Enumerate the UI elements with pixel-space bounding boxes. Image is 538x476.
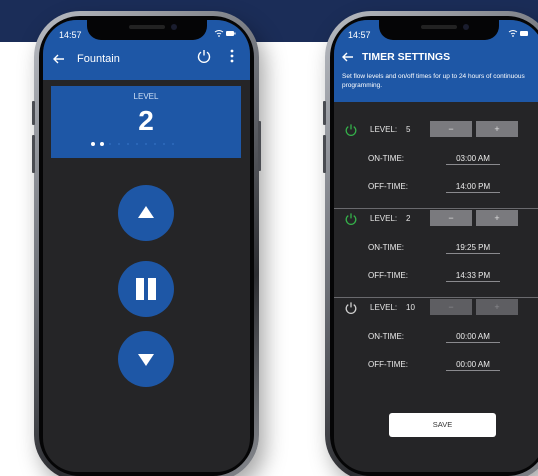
- off-time-field[interactable]: 14:33 PM: [446, 271, 500, 282]
- level-dot-active: [100, 142, 104, 146]
- level-dot: [136, 143, 138, 145]
- back-arrow-icon[interactable]: [342, 50, 354, 65]
- wifi-battery-icon: [214, 29, 236, 39]
- level-dot: [118, 143, 120, 145]
- level-dot: [145, 143, 147, 145]
- level-dot: [109, 143, 111, 145]
- timer-power-icon[interactable]: [344, 212, 358, 226]
- timer-power-icon[interactable]: [344, 301, 358, 315]
- level-value: 2: [138, 105, 154, 136]
- off-time-field[interactable]: 14:00 PM: [446, 182, 500, 193]
- timer-level-value: 10: [406, 303, 415, 312]
- level-minus-button[interactable]: −: [430, 210, 472, 226]
- decrease-button[interactable]: [118, 331, 174, 387]
- timer-block: LEVEL: 5 − + ON-TIME: 03:00 AM OFF-TIME: 14:00 …: [334, 120, 538, 214]
- off-time-label: OFF-TIME:: [368, 182, 408, 191]
- phone-right: 14:57 TIMER SETTINGS Set flow levels and…: [323, 11, 538, 476]
- wifi-battery-icon: [508, 29, 530, 39]
- notch: [379, 20, 499, 40]
- notch: [86, 20, 207, 40]
- timer-screen: 14:57 TIMER SETTINGS Set flow levels and…: [334, 20, 538, 472]
- timer-block: LEVEL: 2 − + ON-TIME: 19:25 PM OFF-TIME: 14:33 …: [334, 209, 538, 303]
- level-card: LEVEL 2: [51, 86, 241, 158]
- status-time: 14:57: [348, 30, 371, 40]
- page-title: TIMER SETTINGS: [362, 51, 451, 63]
- level-dot: [127, 143, 129, 145]
- fountain-screen: 14:57 Fountain LEVEL 2: [43, 20, 250, 472]
- level-minus-button[interactable]: −: [430, 121, 472, 137]
- level-plus-button[interactable]: +: [476, 299, 518, 315]
- status-time: 14:57: [59, 30, 82, 40]
- power-icon[interactable]: [196, 48, 212, 64]
- timer-level-value: 2: [406, 214, 411, 223]
- timer-level-value: 5: [406, 125, 411, 134]
- level-label: LEVEL: [133, 92, 159, 101]
- off-time-field[interactable]: 00:00 AM: [446, 360, 500, 371]
- more-vertical-icon[interactable]: [230, 49, 234, 66]
- increase-button[interactable]: [118, 185, 174, 241]
- triangle-up-icon: [138, 206, 154, 218]
- level-plus-button[interactable]: +: [476, 121, 518, 137]
- save-button[interactable]: SAVE: [389, 413, 496, 437]
- page-title: Fountain: [77, 53, 120, 65]
- off-time-label: OFF-TIME:: [368, 360, 408, 369]
- phone-left: 14:57 Fountain LEVEL 2: [32, 11, 261, 476]
- level-dot-active: [91, 142, 95, 146]
- off-time-label: OFF-TIME:: [368, 271, 408, 280]
- timer-level-label: LEVEL:: [370, 214, 398, 223]
- triangle-down-icon: [138, 354, 154, 366]
- pause-button[interactable]: [118, 261, 174, 317]
- timer-description: Set flow levels and on/off times for up …: [342, 73, 525, 89]
- timer-level-label: LEVEL:: [370, 125, 398, 134]
- on-time-field[interactable]: 00:00 AM: [446, 332, 500, 343]
- on-time-field[interactable]: 19:25 PM: [446, 243, 500, 254]
- timer-level-label: LEVEL:: [370, 303, 398, 312]
- level-minus-button[interactable]: −: [430, 299, 472, 315]
- level-dot: [154, 143, 156, 145]
- level-dot: [163, 143, 165, 145]
- timer-power-icon[interactable]: [344, 123, 358, 137]
- timer-block: LEVEL: 10 − + ON-TIME: 00:00 AM OFF-TIME: 00:00…: [334, 298, 538, 392]
- level-indicator: [91, 142, 221, 148]
- back-arrow-icon[interactable]: [53, 52, 65, 67]
- level-plus-button[interactable]: +: [476, 210, 518, 226]
- on-time-label: ON-TIME:: [368, 243, 404, 252]
- on-time-label: ON-TIME:: [368, 154, 404, 163]
- pause-icon: [136, 278, 156, 300]
- on-time-label: ON-TIME:: [368, 332, 404, 341]
- level-dot: [172, 143, 174, 145]
- on-time-field[interactable]: 03:00 AM: [446, 154, 500, 165]
